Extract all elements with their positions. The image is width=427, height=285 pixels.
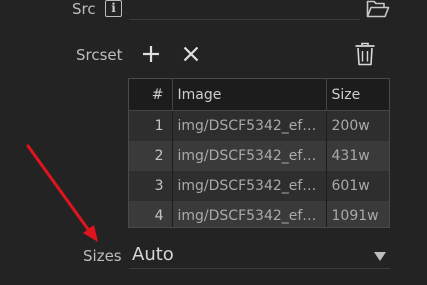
src-input[interactable]	[129, 0, 360, 20]
table-row[interactable]: 4 img/DSCF5342_efpaaa.jpg 1091w	[129, 201, 389, 227]
row-size[interactable]: 431w	[326, 141, 389, 171]
sizes-dropdown[interactable]: Auto	[129, 240, 390, 269]
row-size[interactable]: 1091w	[326, 201, 389, 227]
row-size[interactable]: 601w	[326, 171, 389, 201]
row-size[interactable]: 200w	[326, 110, 389, 141]
row-image[interactable]: img/DSCF5342_efpaaa.jpg	[172, 171, 327, 201]
sizes-value: Auto	[132, 244, 174, 265]
sizes-label: Sizes	[83, 247, 122, 265]
image-properties-panel: Src i Srcset # Image Size 1 img/DSCF5342…	[0, 0, 427, 285]
srcset-label: Srcset	[76, 46, 123, 64]
row-image[interactable]: img/DSCF5342_efpaaa.jpg	[172, 201, 327, 227]
red-arrow-annotation	[24, 142, 104, 244]
close-icon[interactable]	[182, 45, 200, 63]
column-header-image[interactable]: Image	[172, 79, 327, 111]
column-header-number[interactable]: #	[129, 79, 173, 111]
src-label: Src	[72, 0, 96, 18]
info-icon[interactable]: i	[105, 0, 122, 17]
trash-icon[interactable]	[354, 42, 376, 66]
plus-icon[interactable]	[141, 44, 161, 64]
chevron-down-icon[interactable]	[374, 247, 386, 261]
srcset-table: # Image Size 1 img/DSCF5342_efpaaa.jpg 2…	[128, 78, 390, 228]
table-header-row: # Image Size	[129, 79, 389, 111]
row-image[interactable]: img/DSCF5342_efpaaa.jpg	[172, 110, 327, 141]
row-number: 1	[129, 110, 173, 141]
folder-open-icon[interactable]	[366, 0, 390, 18]
row-number: 3	[129, 171, 173, 201]
row-number: 2	[129, 141, 173, 171]
table-row[interactable]: 3 img/DSCF5342_efpaaa.jpg 601w	[129, 171, 389, 201]
table-row[interactable]: 2 img/DSCF5342_efpaaa.jpg 431w	[129, 141, 389, 171]
row-number: 4	[129, 201, 173, 227]
column-header-size[interactable]: Size	[326, 79, 389, 111]
table-row[interactable]: 1 img/DSCF5342_efpaaa.jpg 200w	[129, 110, 389, 141]
row-image[interactable]: img/DSCF5342_efpaaa.jpg	[172, 141, 327, 171]
